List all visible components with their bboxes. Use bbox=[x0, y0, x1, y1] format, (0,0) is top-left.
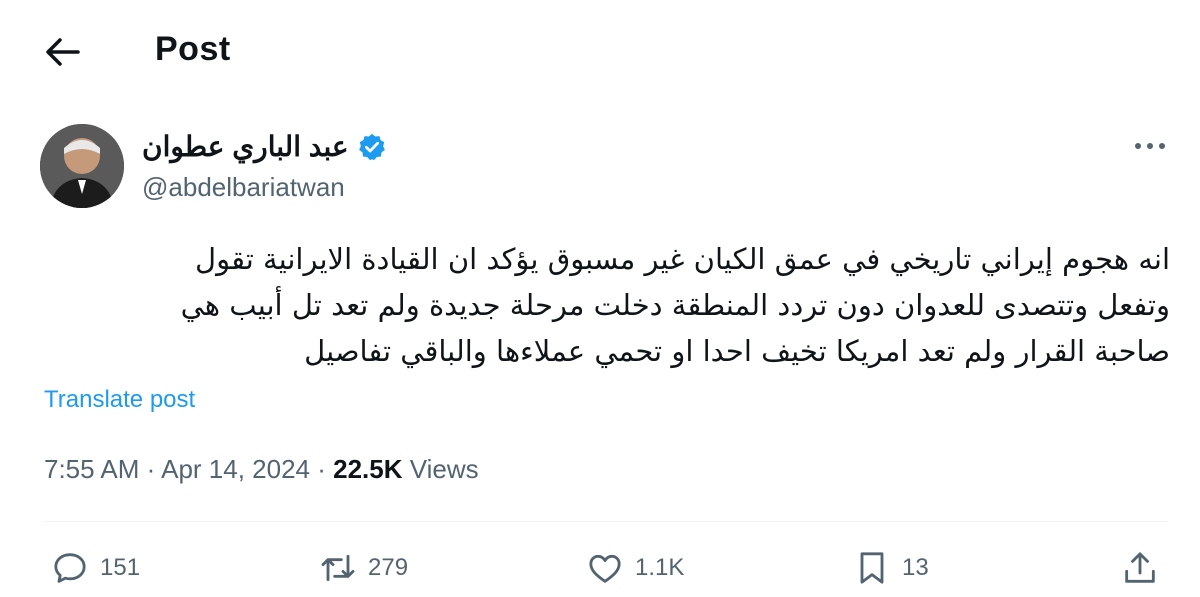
reply-count: 151 bbox=[100, 554, 141, 581]
author-handle[interactable]: @abdelbariatwan bbox=[142, 172, 345, 203]
page-title: Post bbox=[155, 30, 231, 68]
bookmark-count: 13 bbox=[902, 554, 929, 581]
tweet-meta: 7:55 AM · Apr 14, 2024 · 22.5K Views bbox=[44, 454, 479, 485]
tweet-date[interactable]: Apr 14, 2024 bbox=[161, 454, 310, 484]
like-icon bbox=[589, 554, 621, 583]
divider bbox=[44, 521, 1168, 522]
repost-icon bbox=[321, 554, 355, 582]
like-button[interactable]: 1.1K bbox=[585, 548, 684, 588]
meta-separator: · bbox=[146, 454, 156, 484]
back-button[interactable] bbox=[44, 36, 80, 68]
avatar-image bbox=[40, 124, 124, 208]
reply-button[interactable]: 151 bbox=[50, 548, 140, 588]
avatar[interactable] bbox=[40, 124, 124, 208]
reply-icon bbox=[54, 553, 86, 583]
verified-badge-icon bbox=[358, 133, 385, 160]
tweet-line: صاحبة القرار ولم تعد امريكا تخيف احدا او… bbox=[304, 334, 1170, 368]
action-bar: 151 279 1.1K 13 bbox=[0, 548, 1200, 592]
views-count: 22.5K bbox=[333, 454, 403, 484]
tweet-line: انه هجوم إيراني تاريخي في عمق الكيان غير… bbox=[195, 242, 1170, 276]
more-icon bbox=[1135, 143, 1165, 149]
arrow-left-icon bbox=[46, 38, 80, 66]
author-name-row: عبد الباري عطوان bbox=[142, 130, 387, 163]
views-label: Views bbox=[409, 454, 479, 484]
like-count: 1.1K bbox=[635, 554, 685, 581]
repost-count: 279 bbox=[368, 554, 409, 581]
share-icon bbox=[1125, 552, 1155, 583]
tweet-time[interactable]: 7:55 AM bbox=[44, 454, 139, 484]
bookmark-icon bbox=[860, 552, 884, 584]
share-button[interactable] bbox=[1120, 548, 1170, 588]
tweet-text: انه هجوم إيراني تاريخي في عمق الكيان غير… bbox=[30, 236, 1170, 374]
top-bar: Post bbox=[0, 0, 1200, 100]
more-options-button[interactable] bbox=[1128, 132, 1172, 160]
meta-separator: · bbox=[317, 454, 326, 484]
author-name[interactable]: عبد الباري عطوان bbox=[142, 130, 349, 163]
bookmark-button[interactable]: 13 bbox=[852, 548, 929, 588]
translate-post-link[interactable]: Translate post bbox=[44, 386, 195, 414]
tweet-line: وتفعل وتتصدى للعدوان دون تردد المنطقة دخ… bbox=[180, 288, 1170, 322]
repost-button[interactable]: 279 bbox=[318, 548, 408, 588]
